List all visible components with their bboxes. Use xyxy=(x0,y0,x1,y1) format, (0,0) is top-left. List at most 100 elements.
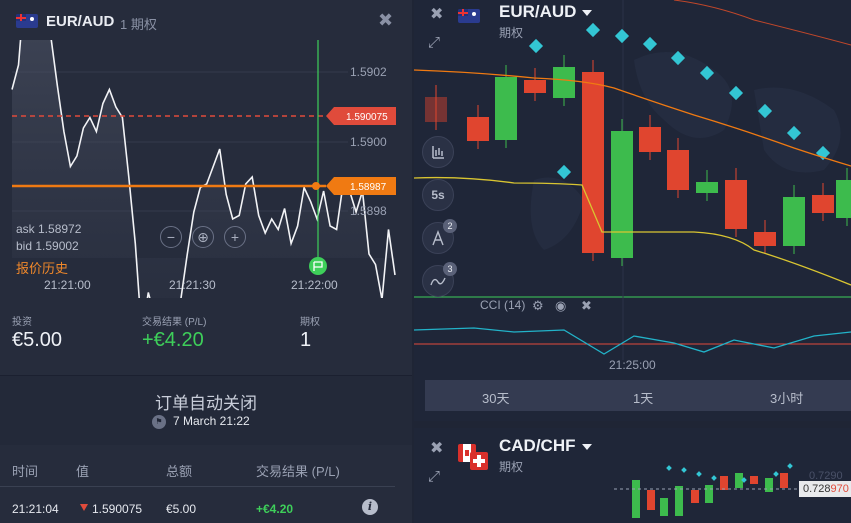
candle xyxy=(632,480,640,518)
candle xyxy=(553,67,575,98)
gear-icon[interactable]: ⚙ xyxy=(532,298,544,314)
zoom-reset-button[interactable]: ⊕ xyxy=(192,226,214,248)
candle xyxy=(836,180,851,218)
asset-pair: EUR/AUD xyxy=(46,13,115,30)
asset-selector[interactable]: CAD/CHF xyxy=(499,436,592,456)
x-tick-label: 21:22:00 xyxy=(291,278,338,292)
parabolic-sar-point xyxy=(773,471,779,477)
ask-bid-readout: ask 1.58972 bid 1.59002 xyxy=(16,221,81,255)
close-icon[interactable]: ✖ xyxy=(378,10,393,31)
candle xyxy=(611,131,633,258)
cci-indicator-label: CCI (14) xyxy=(480,298,526,312)
candle xyxy=(467,117,489,141)
zoom-out-button[interactable]: − xyxy=(160,226,182,248)
candle xyxy=(425,97,447,122)
option-type: 期权 xyxy=(499,460,524,474)
column-header: 总额 xyxy=(166,464,193,479)
parabolic-sar-point xyxy=(681,467,687,473)
column-header: 时间 xyxy=(12,464,39,479)
current-price-tag: 0.728970 xyxy=(799,481,851,497)
column-header: 值 xyxy=(76,464,90,479)
candle xyxy=(660,498,668,516)
draw-icon xyxy=(432,230,444,246)
parabolic-sar-point xyxy=(556,164,572,180)
x-tick-label: 21:21:30 xyxy=(169,278,216,292)
asset-selector[interactable]: EUR/AUD xyxy=(499,2,593,22)
y-tick-label: 1.5902 xyxy=(350,65,387,79)
info-icon[interactable]: i xyxy=(362,499,378,515)
indicators-button[interactable]: 3 xyxy=(422,262,457,297)
y-tick-label: 1.5900 xyxy=(350,135,387,149)
y-tick-label: 1.5898 xyxy=(350,204,387,218)
candle xyxy=(783,197,805,246)
option-type: 期权 xyxy=(499,26,524,40)
parabolic-sar-point xyxy=(614,28,630,44)
timeframe-button[interactable]: 5s xyxy=(422,179,454,211)
timeframe-bar: 30天 1天 3小时 xyxy=(425,380,851,411)
entry-price-tag: 1.590075 xyxy=(326,107,396,125)
current-price-dot xyxy=(312,182,320,190)
chart-type-button[interactable] xyxy=(422,136,454,168)
close-icon[interactable]: ✖ xyxy=(581,298,592,314)
candle xyxy=(765,478,773,492)
parabolic-sar-point xyxy=(642,36,658,52)
parabolic-sar-point xyxy=(585,22,601,38)
timeframe-1d[interactable]: 1天 xyxy=(633,388,653,407)
time-axis-label: 21:25:00 xyxy=(609,358,656,372)
expand-icon[interactable]: ⤢ xyxy=(428,468,440,485)
parabolic-sar-point xyxy=(666,465,672,471)
candle xyxy=(725,180,747,229)
trades-table: 时间 值 总额 交易结果 (P/L) 21:21:04 1.590075 €5.… xyxy=(0,446,412,523)
asset-pair: EUR/AUD xyxy=(499,2,577,21)
main-chart[interactable]: ✖ ⤢ EUR/AUD 期权 5s 2 3 CCI (14) ⚙ ◉ ✖ 21:… xyxy=(414,0,851,421)
auto-close-title: 订单自动关闭 xyxy=(155,394,257,413)
zoom-in-button[interactable]: + xyxy=(224,226,246,248)
row-amount: €5.00 xyxy=(166,502,197,516)
options-value: 1 xyxy=(300,329,312,351)
candle xyxy=(647,490,655,510)
svg-text:1.590075: 1.590075 xyxy=(346,112,388,123)
eye-icon[interactable]: ◉ xyxy=(555,298,566,314)
candles-icon xyxy=(432,146,444,159)
x-tick-label: 21:21:00 xyxy=(44,278,91,292)
divider xyxy=(0,486,395,487)
result-value: +€4.20 xyxy=(142,329,204,351)
asset-pair: CAD/CHF xyxy=(499,436,576,455)
expand-icon[interactable]: ⤢ xyxy=(428,34,440,51)
close-chart-icon[interactable]: ✖ xyxy=(430,4,443,24)
candle xyxy=(675,486,683,516)
eur-aud-flag-icon xyxy=(458,9,480,23)
secondary-chart[interactable]: ✖ ⤢ CAD/CHF 期权 0.7290 0.728970 xyxy=(414,428,851,523)
option-type: 1 期权 xyxy=(120,17,157,32)
investment-label: 投资 xyxy=(12,317,32,328)
parabolic-sar-point xyxy=(787,463,793,469)
candle xyxy=(705,485,713,503)
trade-stats: 投资 €5.00 交易结果 (P/L) +€4.20 期权 1 xyxy=(0,305,412,375)
candle xyxy=(667,150,689,190)
price-area xyxy=(12,40,395,298)
quote-history-link[interactable]: 报价历史 xyxy=(16,258,68,277)
swiss-flag-icon xyxy=(470,452,488,470)
candle xyxy=(750,476,758,484)
row-result: +€4.20 xyxy=(256,502,294,516)
drawing-tools-button[interactable]: 2 xyxy=(422,219,457,254)
current-price-tag: 1.58987 xyxy=(326,177,396,195)
candle xyxy=(812,195,834,213)
column-header: 交易结果 (P/L) xyxy=(256,464,340,479)
expiration-flag-icon xyxy=(309,257,327,275)
candle xyxy=(495,77,517,140)
timeframe-30d[interactable]: 30天 xyxy=(482,388,509,407)
parabolic-sar-point xyxy=(711,475,717,481)
candle xyxy=(696,182,718,193)
investment-value: €5.00 xyxy=(12,329,63,351)
auto-close-info: 订单自动关闭 ⚑ 7 March 21:22 xyxy=(0,375,412,445)
close-chart-icon[interactable]: ✖ xyxy=(430,438,443,458)
timeframe-3h[interactable]: 3小时 xyxy=(770,388,803,407)
auto-close-time: 7 March 21:22 xyxy=(173,414,250,428)
chevron-down-icon xyxy=(582,9,593,16)
candlestick-chart xyxy=(614,463,799,518)
trade-panel-header: EUR/AUD 1 期权 ✖ xyxy=(0,0,412,40)
candle xyxy=(524,80,546,93)
candle xyxy=(691,490,699,503)
down-arrow-icon xyxy=(80,504,88,511)
